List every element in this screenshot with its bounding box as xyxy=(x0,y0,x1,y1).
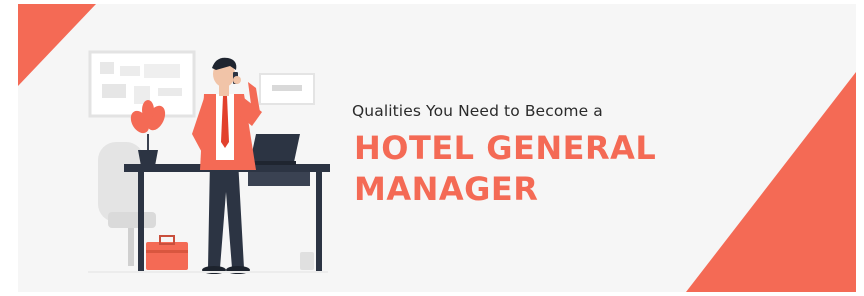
banner-headline: HOTEL GENERAL MANAGER xyxy=(354,128,656,210)
briefcase-icon xyxy=(146,235,188,270)
corner-triangle-bottom-right xyxy=(686,72,856,292)
manager-figure xyxy=(192,57,262,274)
manager-illustration xyxy=(88,50,330,274)
banner-subtitle: Qualities You Need to Become a xyxy=(352,102,603,120)
wall-sign-icon xyxy=(259,73,315,105)
headline-line-2: MANAGER xyxy=(354,170,539,208)
corner-triangle-top-left xyxy=(18,4,96,86)
headline-line-1: HOTEL GENERAL xyxy=(354,129,657,167)
hero-banner: Qualities You Need to Become a HOTEL GEN… xyxy=(18,4,856,292)
whiteboard-icon xyxy=(88,50,196,118)
